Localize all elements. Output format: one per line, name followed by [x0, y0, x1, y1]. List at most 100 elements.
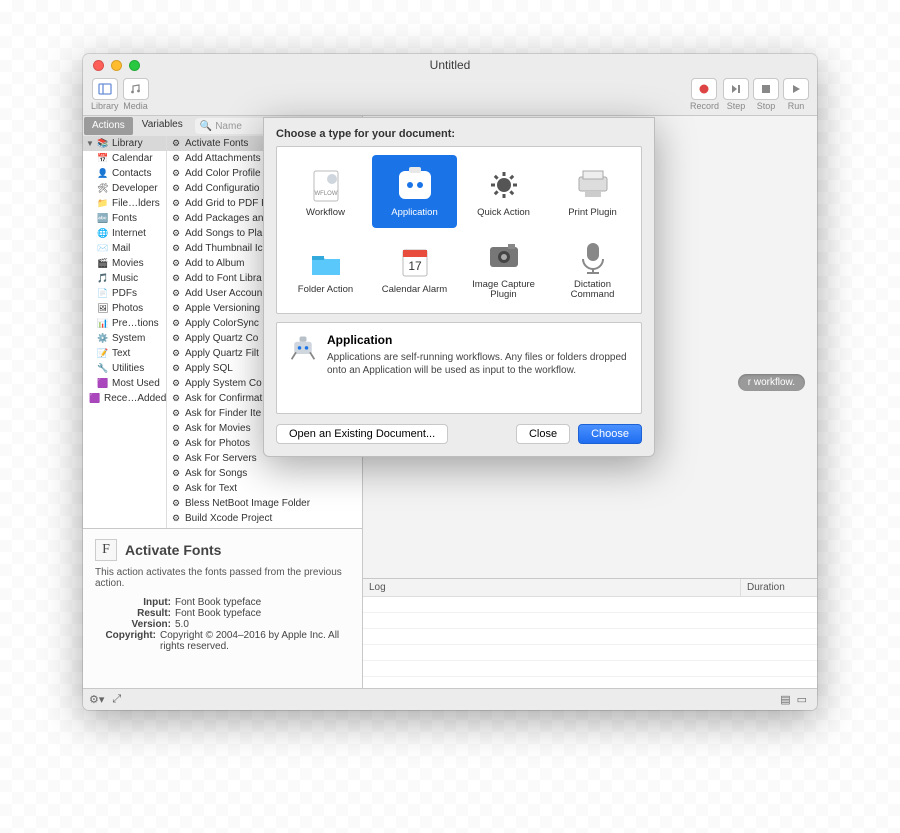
category-item[interactable]: 📅Calendar	[83, 151, 166, 166]
doc-type-application[interactable]: Application	[372, 155, 457, 228]
type-detail-body: Applications are self-running workflows.…	[327, 351, 631, 377]
category-item[interactable]: 🎵Music	[83, 271, 166, 286]
step-button[interactable]	[723, 78, 749, 100]
category-item[interactable]: 📝Text	[83, 346, 166, 361]
doc-type-image-capture-plugin[interactable]: Image Capture Plugin	[461, 232, 546, 305]
doc-type-calendar-alarm[interactable]: 17Calendar Alarm	[372, 232, 457, 305]
doc-type-label: Image Capture Plugin	[465, 280, 542, 301]
doc-type-label: Print Plugin	[568, 208, 617, 218]
action-label: Add Packages an	[185, 213, 263, 224]
action-icon: ⚙︎	[170, 348, 182, 360]
titlebar: Untitled	[83, 54, 817, 76]
tab-actions[interactable]: Actions	[84, 117, 133, 135]
log-view-icon[interactable]: ▤	[780, 693, 790, 706]
robot-icon	[289, 333, 317, 361]
doc-type-label: Calendar Alarm	[382, 285, 447, 295]
doc-type-label: Workflow	[306, 208, 345, 218]
tab-variables[interactable]: Variables	[134, 116, 191, 136]
category-item[interactable]: ▼📚Library	[83, 136, 166, 151]
action-label: Add Attachments	[185, 153, 261, 164]
doc-type-icon	[306, 242, 346, 282]
category-label: Internet	[112, 228, 146, 239]
doc-type-print-plugin[interactable]: Print Plugin	[550, 155, 635, 228]
category-label: Pre…tions	[112, 318, 159, 329]
action-label: Add Thumbnail Ic	[185, 243, 263, 254]
action-label: Apple Versioning	[185, 303, 260, 314]
action-item[interactable]: ⚙︎Ask for Songs	[167, 466, 362, 481]
category-label: Text	[112, 348, 130, 359]
category-icon: ✉️	[97, 243, 109, 255]
results-view-icon[interactable]: ▭	[797, 693, 807, 706]
category-item[interactable]: 📊Pre…tions	[83, 316, 166, 331]
doc-type-folder-action[interactable]: Folder Action	[283, 232, 368, 305]
category-item[interactable]: 🎬Movies	[83, 256, 166, 271]
doc-type-workflow[interactable]: WFLOW Workflow	[283, 155, 368, 228]
category-item[interactable]: 🌐Internet	[83, 226, 166, 241]
category-label: Calendar	[112, 153, 153, 164]
category-item[interactable]: ⚙️System	[83, 331, 166, 346]
category-item[interactable]: 🖼Photos	[83, 301, 166, 316]
action-item[interactable]: ⚙︎Build Xcode Project	[167, 511, 362, 526]
action-label: Activate Fonts	[185, 138, 248, 149]
action-icon: ⚙︎	[170, 243, 182, 255]
action-icon: ⚙︎	[170, 228, 182, 240]
media-label: Media	[123, 101, 148, 111]
category-icon: 🟪	[97, 378, 109, 390]
action-icon: ⚙︎	[170, 318, 182, 330]
category-item[interactable]: 🛠Developer	[83, 181, 166, 196]
doc-type-quick-action[interactable]: Quick Action	[461, 155, 546, 228]
svg-text:WFLOW: WFLOW	[314, 191, 337, 197]
doc-type-icon	[484, 237, 524, 277]
doc-type-dictation-command[interactable]: Dictation Command	[550, 232, 635, 305]
action-icon: ⚙︎	[170, 513, 182, 525]
action-label: Add to Font Libra	[185, 273, 262, 284]
info-desc: This action activates the fonts passed f…	[95, 567, 350, 589]
doc-type-icon	[484, 165, 524, 205]
action-item[interactable]: ⚙︎Bless NetBoot Image Folder	[167, 496, 362, 511]
action-label: Apply SQL	[185, 363, 233, 374]
action-item[interactable]: ⚙︎Ask for Text	[167, 481, 362, 496]
doc-type-label: Dictation Command	[554, 280, 631, 301]
category-item[interactable]: 👤Contacts	[83, 166, 166, 181]
close-button[interactable]: Close	[516, 424, 570, 444]
workflow-hint: r workflow.	[738, 374, 805, 391]
run-button[interactable]	[783, 78, 809, 100]
toolbar: Library Media Record Step Stop Run	[83, 76, 817, 116]
category-item[interactable]: 🔤Fonts	[83, 211, 166, 226]
category-item[interactable]: ✉️Mail	[83, 241, 166, 256]
log-header-duration[interactable]: Duration	[741, 579, 817, 596]
type-description-box: Application Applications are self-runnin…	[276, 322, 642, 414]
category-label: Movies	[112, 258, 144, 269]
action-icon: ⚙︎	[170, 483, 182, 495]
library-button[interactable]	[92, 78, 118, 100]
category-item[interactable]: 🟪Most Used	[83, 376, 166, 391]
category-item[interactable]: 📄PDFs	[83, 286, 166, 301]
doc-type-icon: WFLOW	[306, 165, 346, 205]
action-icon: ⚙︎	[170, 153, 182, 165]
category-item[interactable]: 📁File…lders	[83, 196, 166, 211]
category-item[interactable]: 🔧Utilities	[83, 361, 166, 376]
action-label: Apply Quartz Filt	[185, 348, 259, 359]
gear-icon[interactable]: ⚙︎▾	[89, 693, 104, 706]
category-item[interactable]: 🟪Rece…Added	[83, 391, 166, 406]
expand-icon[interactable]: ⤢	[112, 693, 121, 706]
action-label: Ask for Text	[185, 483, 237, 494]
doc-type-icon	[573, 165, 613, 205]
type-detail-title: Application	[327, 333, 631, 347]
action-icon: ⚙︎	[170, 468, 182, 480]
stop-button[interactable]	[753, 78, 779, 100]
category-icon: 🔧	[97, 363, 109, 375]
doc-type-label: Application	[391, 208, 437, 218]
record-button[interactable]	[691, 78, 717, 100]
search-icon: 🔍	[200, 121, 212, 132]
log-header-log[interactable]: Log	[363, 579, 741, 596]
category-list[interactable]: ▼📚Library📅Calendar👤Contacts🛠Developer📁Fi…	[83, 136, 167, 528]
action-label: Ask for Confirmat	[185, 393, 262, 404]
open-existing-button[interactable]: Open an Existing Document...	[276, 424, 448, 444]
category-label: Developer	[112, 183, 158, 194]
action-icon: ⚙︎	[170, 168, 182, 180]
doc-type-label: Quick Action	[477, 208, 530, 218]
media-button[interactable]	[123, 78, 149, 100]
choose-button[interactable]: Choose	[578, 424, 642, 444]
action-icon: ⚙︎	[170, 273, 182, 285]
